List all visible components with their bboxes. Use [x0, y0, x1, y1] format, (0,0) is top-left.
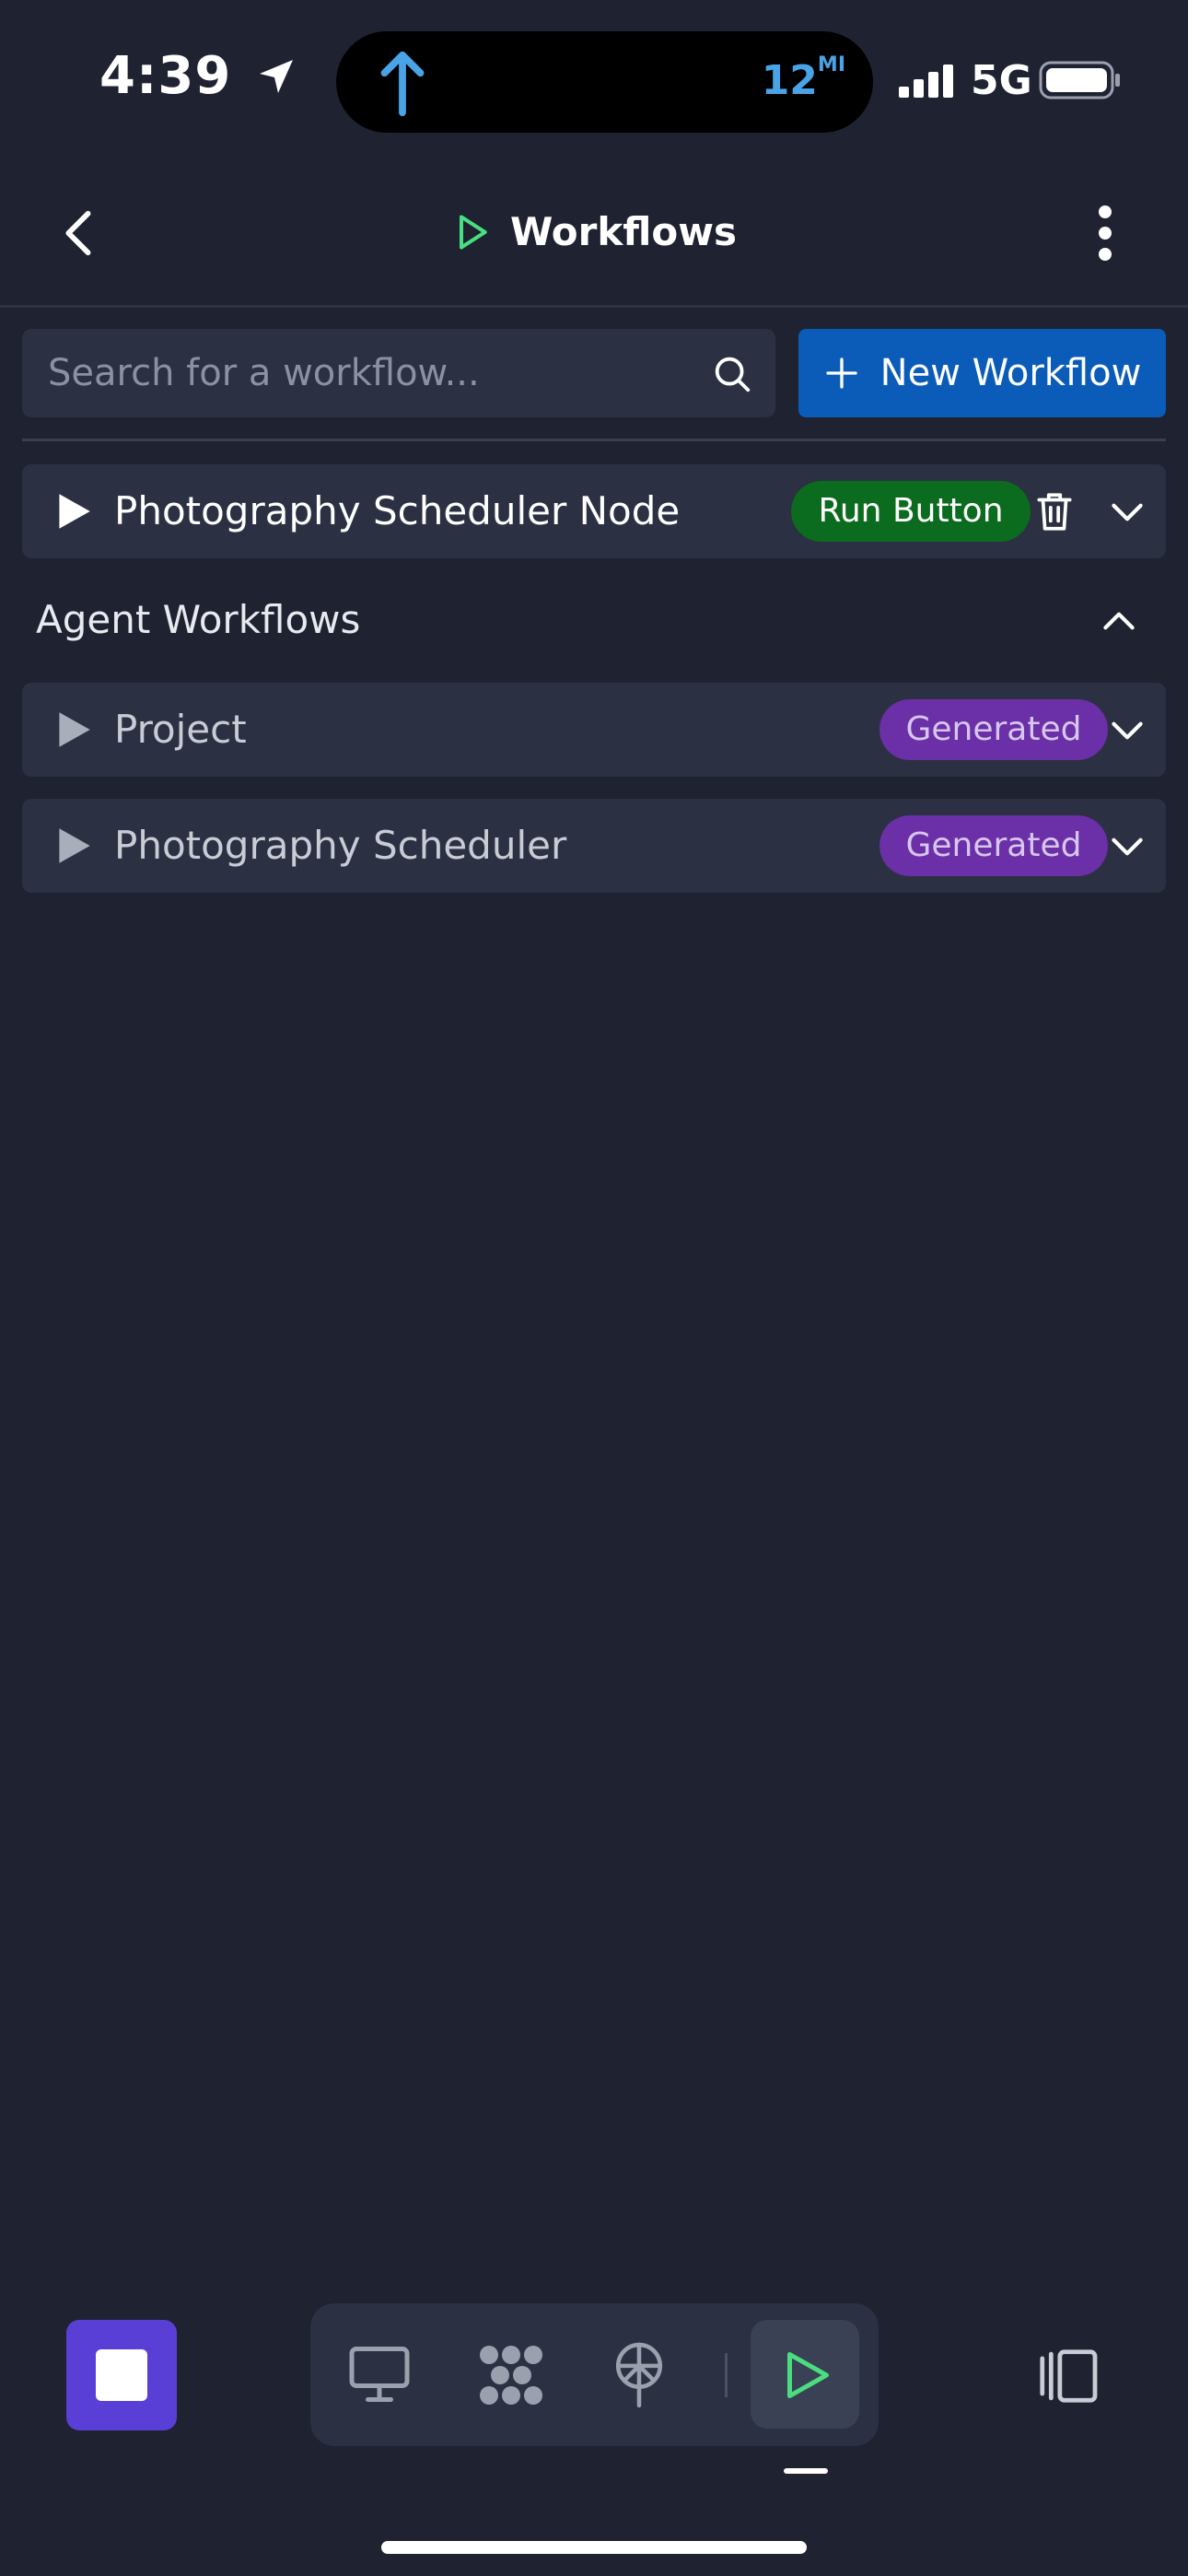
status-time: 4:39 — [99, 46, 298, 106]
chevron-down-icon[interactable] — [1104, 488, 1150, 534]
search-divider — [22, 439, 1166, 441]
workflow-row-pinned[interactable]: Photography Scheduler Node Run Button — [22, 464, 1166, 558]
plus-icon — [826, 357, 857, 389]
workflow-name: Photography Scheduler Node — [114, 488, 681, 533]
trash-icon[interactable] — [1031, 488, 1077, 534]
agent-workflow-row[interactable]: Photography Scheduler Generated — [22, 799, 1166, 893]
antenna-icon[interactable] — [611, 2340, 668, 2410]
hexagon-grid-icon[interactable] — [476, 2342, 546, 2408]
new-workflow-label: New Workflow — [879, 352, 1142, 394]
play-icon[interactable] — [50, 707, 96, 753]
dock-separator — [725, 2353, 728, 2397]
panel-switch-icon[interactable] — [1033, 2348, 1100, 2405]
battery-icon — [1039, 61, 1120, 100]
page-title: Workflows — [0, 206, 1188, 254]
play-icon[interactable] — [50, 823, 96, 869]
generated-badge: Generated — [879, 815, 1108, 876]
monitor-icon[interactable] — [347, 2344, 412, 2405]
run-button-badge[interactable]: Run Button — [791, 481, 1031, 542]
active-indicator — [784, 2468, 828, 2474]
generated-badge: Generated — [879, 699, 1108, 760]
stop-icon — [96, 2349, 147, 2401]
stop-button[interactable] — [66, 2320, 177, 2430]
dynamic-island[interactable]: 12MI — [336, 31, 873, 133]
dock-item-active[interactable] — [751, 2320, 859, 2429]
bottom-dock — [310, 2303, 879, 2446]
search-box[interactable] — [22, 329, 775, 417]
new-workflow-button[interactable]: New Workflow — [798, 329, 1166, 417]
play-icon[interactable] — [50, 488, 96, 534]
agent-workflow-row[interactable]: Project Generated — [22, 683, 1166, 777]
chevron-down-icon[interactable] — [1104, 823, 1150, 869]
workflow-name: Photography Scheduler — [114, 823, 567, 868]
play-outline-icon — [459, 214, 487, 250]
up-arrow-icon — [380, 51, 425, 117]
agent-workflows-title: Agent Workflows — [36, 597, 361, 642]
home-indicator — [381, 2541, 807, 2554]
play-icon[interactable] — [778, 2348, 833, 2403]
workflow-name: Project — [114, 707, 247, 752]
search-icon[interactable] — [711, 353, 753, 395]
chevron-up-icon[interactable] — [1096, 599, 1142, 645]
nav-distance: 12MI — [761, 53, 845, 104]
network-type: 5G — [971, 57, 1032, 104]
more-vertical-icon[interactable] — [1087, 205, 1124, 262]
chevron-down-icon[interactable] — [1104, 707, 1150, 753]
search-input[interactable] — [22, 329, 704, 417]
location-arrow-icon — [259, 60, 293, 93]
signal-icon — [899, 64, 953, 98]
header-divider — [0, 305, 1188, 308]
